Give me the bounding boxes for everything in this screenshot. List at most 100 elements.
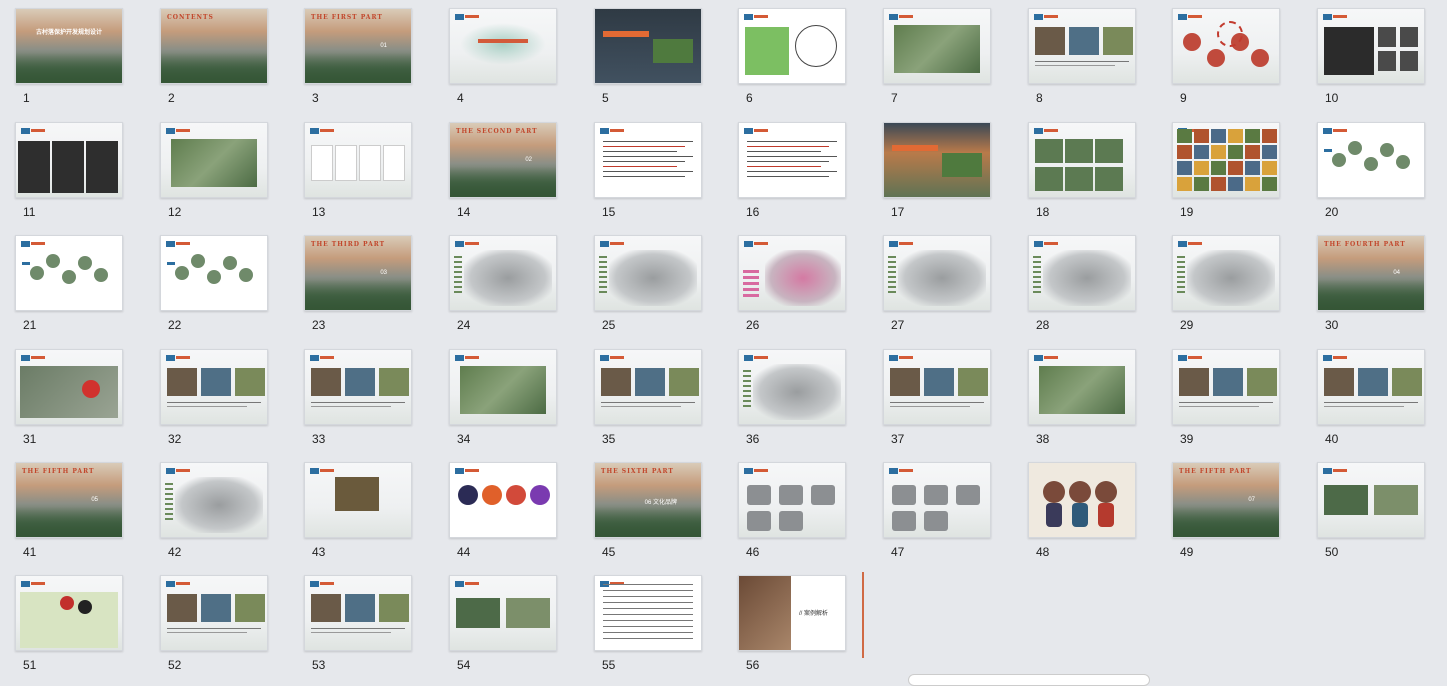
legend bbox=[1177, 256, 1185, 296]
mosaic-tile bbox=[1245, 177, 1260, 191]
slide-thumbnail[interactable] bbox=[883, 122, 991, 198]
section-tag bbox=[31, 582, 45, 585]
slide-thumbnail[interactable] bbox=[883, 235, 991, 311]
slide-thumbnail[interactable] bbox=[1317, 8, 1425, 84]
slide-thumbnail[interactable]: 古村落保护开发规划设计 bbox=[15, 8, 123, 84]
slide-thumbnail[interactable] bbox=[594, 349, 702, 425]
photo bbox=[1035, 167, 1063, 191]
slide-number: 31 bbox=[23, 432, 37, 446]
slide-thumbnail[interactable] bbox=[160, 349, 268, 425]
slide-thumbnail[interactable] bbox=[883, 8, 991, 84]
slide-thumbnail[interactable]: THE FIFTH PART 07 bbox=[1172, 462, 1280, 538]
slide-thumbnail[interactable] bbox=[160, 235, 268, 311]
bottom-toolbar-edge[interactable] bbox=[908, 674, 1150, 686]
slide-thumbnail[interactable] bbox=[449, 349, 557, 425]
slide-title: 古村落保护开发规划设计 bbox=[36, 29, 103, 36]
section-tag bbox=[1044, 242, 1058, 245]
photo bbox=[669, 368, 699, 396]
text-line bbox=[603, 632, 693, 633]
part-number: 02 bbox=[525, 157, 532, 163]
section-tag bbox=[465, 582, 479, 585]
slide-cell: 33 bbox=[304, 349, 412, 449]
slide-thumbnail[interactable] bbox=[160, 462, 268, 538]
slide-thumbnail[interactable] bbox=[449, 8, 557, 84]
slide-thumbnail[interactable] bbox=[738, 349, 846, 425]
section-tag bbox=[1044, 356, 1058, 359]
slide-thumbnail[interactable] bbox=[1028, 235, 1136, 311]
text-line bbox=[747, 166, 821, 167]
slide-thumbnail[interactable]: THE SECOND PART 02 bbox=[449, 122, 557, 198]
slide-thumbnail[interactable] bbox=[594, 8, 702, 84]
slide-thumbnail[interactable] bbox=[449, 235, 557, 311]
slide-thumbnail[interactable] bbox=[883, 462, 991, 538]
slide-thumbnail[interactable] bbox=[15, 575, 123, 651]
slide-thumbnail[interactable] bbox=[1172, 122, 1280, 198]
text-line bbox=[603, 171, 693, 172]
text-line bbox=[603, 584, 693, 585]
slide-thumbnail[interactable] bbox=[15, 122, 123, 198]
slide-thumbnail[interactable] bbox=[15, 349, 123, 425]
aerial-photo bbox=[171, 139, 257, 187]
slide-thumbnail[interactable] bbox=[304, 575, 412, 651]
photo bbox=[653, 39, 693, 63]
slide-thumbnail[interactable] bbox=[1172, 8, 1280, 84]
slide-thumbnail[interactable] bbox=[449, 462, 557, 538]
slide-thumbnail[interactable] bbox=[15, 235, 123, 311]
slide-thumbnail[interactable] bbox=[304, 122, 412, 198]
slide-thumbnail[interactable]: THE SIXTH PART 06 文化品牌 bbox=[594, 462, 702, 538]
slide-thumbnail[interactable] bbox=[738, 462, 846, 538]
slide-thumbnail[interactable] bbox=[304, 349, 412, 425]
text-band bbox=[892, 145, 938, 151]
slide-thumbnail[interactable] bbox=[1028, 462, 1136, 538]
slide-thumbnail[interactable] bbox=[1172, 235, 1280, 311]
section-tag bbox=[176, 582, 190, 585]
slide-thumbnail[interactable] bbox=[1028, 122, 1136, 198]
slide-thumbnail[interactable] bbox=[738, 122, 846, 198]
logo-mark bbox=[506, 485, 526, 505]
slide-cell: 36 bbox=[738, 349, 846, 449]
slide-cell: 46 bbox=[738, 462, 846, 562]
slide-thumbnail[interactable] bbox=[738, 235, 846, 311]
slide-thumbnail[interactable]: THE THIRD PART 03 bbox=[304, 235, 412, 311]
slide-thumbnail[interactable] bbox=[1317, 349, 1425, 425]
logo-mark bbox=[458, 485, 478, 505]
section-badge bbox=[1323, 468, 1332, 474]
section-badge bbox=[600, 355, 609, 361]
slide-thumbnail[interactable] bbox=[594, 235, 702, 311]
slide-thumbnail[interactable]: CONTENTS bbox=[160, 8, 268, 84]
photo bbox=[1035, 27, 1065, 55]
section-badge bbox=[1178, 241, 1187, 247]
section-badge bbox=[1178, 355, 1187, 361]
slide-thumbnail[interactable]: THE FIRST PART 01 bbox=[304, 8, 412, 84]
slide-thumbnail[interactable] bbox=[883, 349, 991, 425]
text-line bbox=[603, 596, 693, 597]
slide-thumbnail[interactable] bbox=[594, 575, 702, 651]
mosaic-tile bbox=[1245, 129, 1260, 143]
slide-thumbnail[interactable] bbox=[449, 575, 557, 651]
slide-thumbnail[interactable] bbox=[1028, 8, 1136, 84]
mosaic-tile bbox=[1194, 177, 1209, 191]
slide-thumbnail[interactable] bbox=[738, 8, 846, 84]
slide-thumbnail[interactable]: THE FIFTH PART 05 bbox=[15, 462, 123, 538]
slide-thumbnail[interactable] bbox=[1317, 122, 1425, 198]
slide-number: 1 bbox=[23, 91, 30, 105]
slide-thumbnail[interactable] bbox=[1028, 349, 1136, 425]
thumb-map bbox=[1378, 27, 1396, 47]
slide-thumbnail[interactable] bbox=[1317, 462, 1425, 538]
slide-thumbnail[interactable]: THE FOURTH PART 04 bbox=[1317, 235, 1425, 311]
slide-cell: 32 bbox=[160, 349, 268, 449]
slide-number: 3 bbox=[312, 91, 319, 105]
section-tag bbox=[31, 242, 45, 245]
slide-thumbnail[interactable] bbox=[1172, 349, 1280, 425]
slide-number: 55 bbox=[602, 658, 616, 672]
slide-number: 36 bbox=[746, 432, 760, 446]
slide-thumbnail[interactable] bbox=[160, 575, 268, 651]
slide-thumbnail[interactable] bbox=[594, 122, 702, 198]
slide-thumbnail[interactable] bbox=[304, 462, 412, 538]
slide-thumbnail[interactable] bbox=[160, 122, 268, 198]
slide-number: 19 bbox=[1180, 205, 1194, 219]
photo-bubble bbox=[1348, 141, 1362, 155]
legend bbox=[888, 256, 896, 296]
mountain-shape bbox=[450, 167, 556, 197]
slide-thumbnail[interactable]: // 案例解析 bbox=[738, 575, 846, 651]
